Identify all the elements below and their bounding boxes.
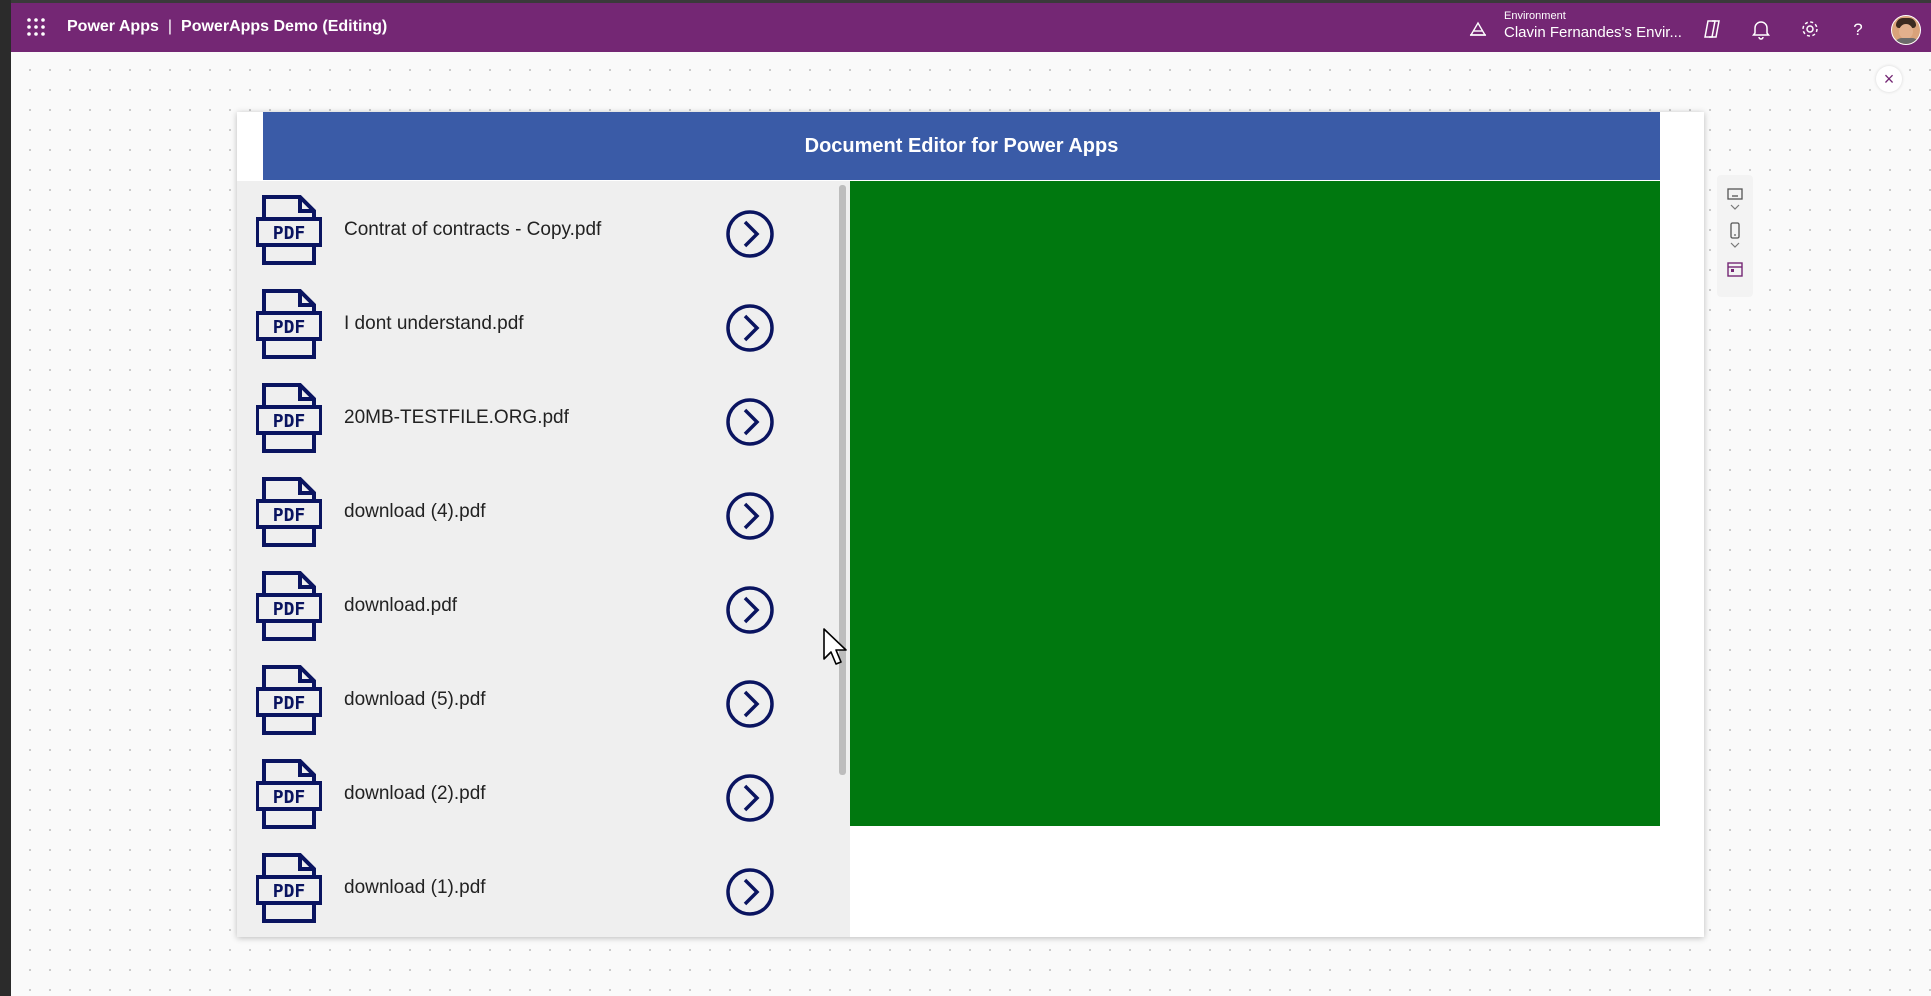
svg-text:PDF: PDF — [273, 599, 306, 620]
top-bar: Power Apps | PowerApps Demo (Editing) Envi… — [11, 0, 1931, 52]
svg-text:PDF: PDF — [273, 317, 306, 338]
chevron-right-circle-icon[interactable] — [725, 303, 775, 353]
pdf-file-icon: PDF — [256, 289, 322, 359]
chevron-right-circle-icon[interactable] — [725, 585, 775, 635]
app-name[interactable]: Power Apps — [67, 18, 159, 35]
bell-icon[interactable] — [1750, 18, 1772, 40]
svg-text:PDF: PDF — [273, 223, 306, 244]
pdf-file-icon: PDF — [256, 571, 322, 641]
svg-text:PDF: PDF — [273, 787, 306, 808]
file-name: download (5).pdf — [344, 689, 486, 710]
file-name: download.pdf — [344, 595, 458, 616]
environment-label: Environment — [1504, 10, 1566, 22]
list-item[interactable]: PDF Contrat of contracts - Copy.pdf — [237, 181, 837, 275]
file-name: download (1).pdf — [344, 877, 486, 898]
file-name: download (2).pdf — [344, 783, 486, 804]
svg-text:PDF: PDF — [273, 505, 306, 526]
chevron-right-circle-icon[interactable] — [725, 209, 775, 259]
document-title: PowerApps Demo (Editing) — [181, 18, 388, 35]
svg-text:?: ? — [1853, 20, 1862, 39]
chevron-down-icon — [1730, 242, 1740, 248]
list-item[interactable]: PDF download (5).pdf — [237, 651, 837, 745]
environment-icon — [1469, 21, 1487, 36]
app-screen: Document Editor for Power Apps PDF Contr… — [237, 112, 1704, 937]
avatar[interactable] — [1891, 15, 1921, 45]
environment-name: Clavin Fernandes's Envir... — [1504, 24, 1682, 41]
pdf-file-icon: PDF — [256, 759, 322, 829]
phone-icon[interactable] — [1725, 221, 1745, 241]
svg-text:PDF: PDF — [273, 411, 306, 432]
pdf-file-icon: PDF — [256, 195, 322, 265]
file-name: Contrat of contracts - Copy.pdf — [344, 219, 602, 240]
environment-picker[interactable]: Environment Clavin Fernandes's Envir... — [1504, 9, 1682, 43]
chevron-down-icon — [1730, 204, 1740, 210]
list-item[interactable]: PDF download (2).pdf — [237, 745, 837, 839]
file-gallery[interactable]: PDF Contrat of contracts - Copy.pdf PDF … — [237, 181, 850, 937]
file-name: 20MB-TESTFILE.ORG.pdf — [344, 407, 569, 428]
chevron-right-circle-icon[interactable] — [725, 397, 775, 447]
chevron-right-circle-icon[interactable] — [725, 491, 775, 541]
chevron-right-circle-icon[interactable] — [725, 867, 775, 917]
app-header: Document Editor for Power Apps — [263, 112, 1660, 180]
waffle-icon[interactable] — [25, 16, 47, 38]
list-item[interactable]: PDF download.pdf — [237, 557, 837, 651]
list-item[interactable]: PDF 20MB-TESTFILE.ORG.pdf — [237, 369, 837, 463]
window-edge — [0, 0, 11, 996]
chevron-right-circle-icon[interactable] — [725, 773, 775, 823]
svg-text:PDF: PDF — [273, 693, 306, 714]
help-icon[interactable]: ? — [1847, 18, 1869, 40]
close-icon[interactable]: × — [1876, 66, 1902, 92]
svg-text:PDF: PDF — [273, 881, 306, 902]
file-name: download (4).pdf — [344, 501, 486, 522]
file-name: I dont understand.pdf — [344, 313, 524, 334]
gallery-scrollbar[interactable] — [839, 185, 846, 775]
chevron-right-circle-icon[interactable] — [725, 679, 775, 729]
document-preview-panel — [850, 181, 1660, 826]
app-title: Power Apps | PowerApps Demo (Editing) — [67, 18, 387, 36]
title-separator: | — [167, 18, 173, 35]
pdf-file-icon: PDF — [256, 853, 322, 923]
calendar-icon[interactable] — [1725, 259, 1745, 279]
gear-icon[interactable] — [1799, 18, 1821, 40]
mouse-cursor — [823, 628, 847, 665]
pdf-file-icon: PDF — [256, 477, 322, 547]
screen-size-toolbar — [1717, 175, 1753, 297]
copilot-icon[interactable] — [1701, 18, 1723, 40]
list-item[interactable]: PDF download (4).pdf — [237, 463, 837, 557]
pdf-file-icon: PDF — [256, 383, 322, 453]
list-item[interactable]: PDF download (1).pdf — [237, 839, 837, 933]
pdf-file-icon: PDF — [256, 665, 322, 735]
list-item[interactable]: PDF I dont understand.pdf — [237, 275, 837, 369]
